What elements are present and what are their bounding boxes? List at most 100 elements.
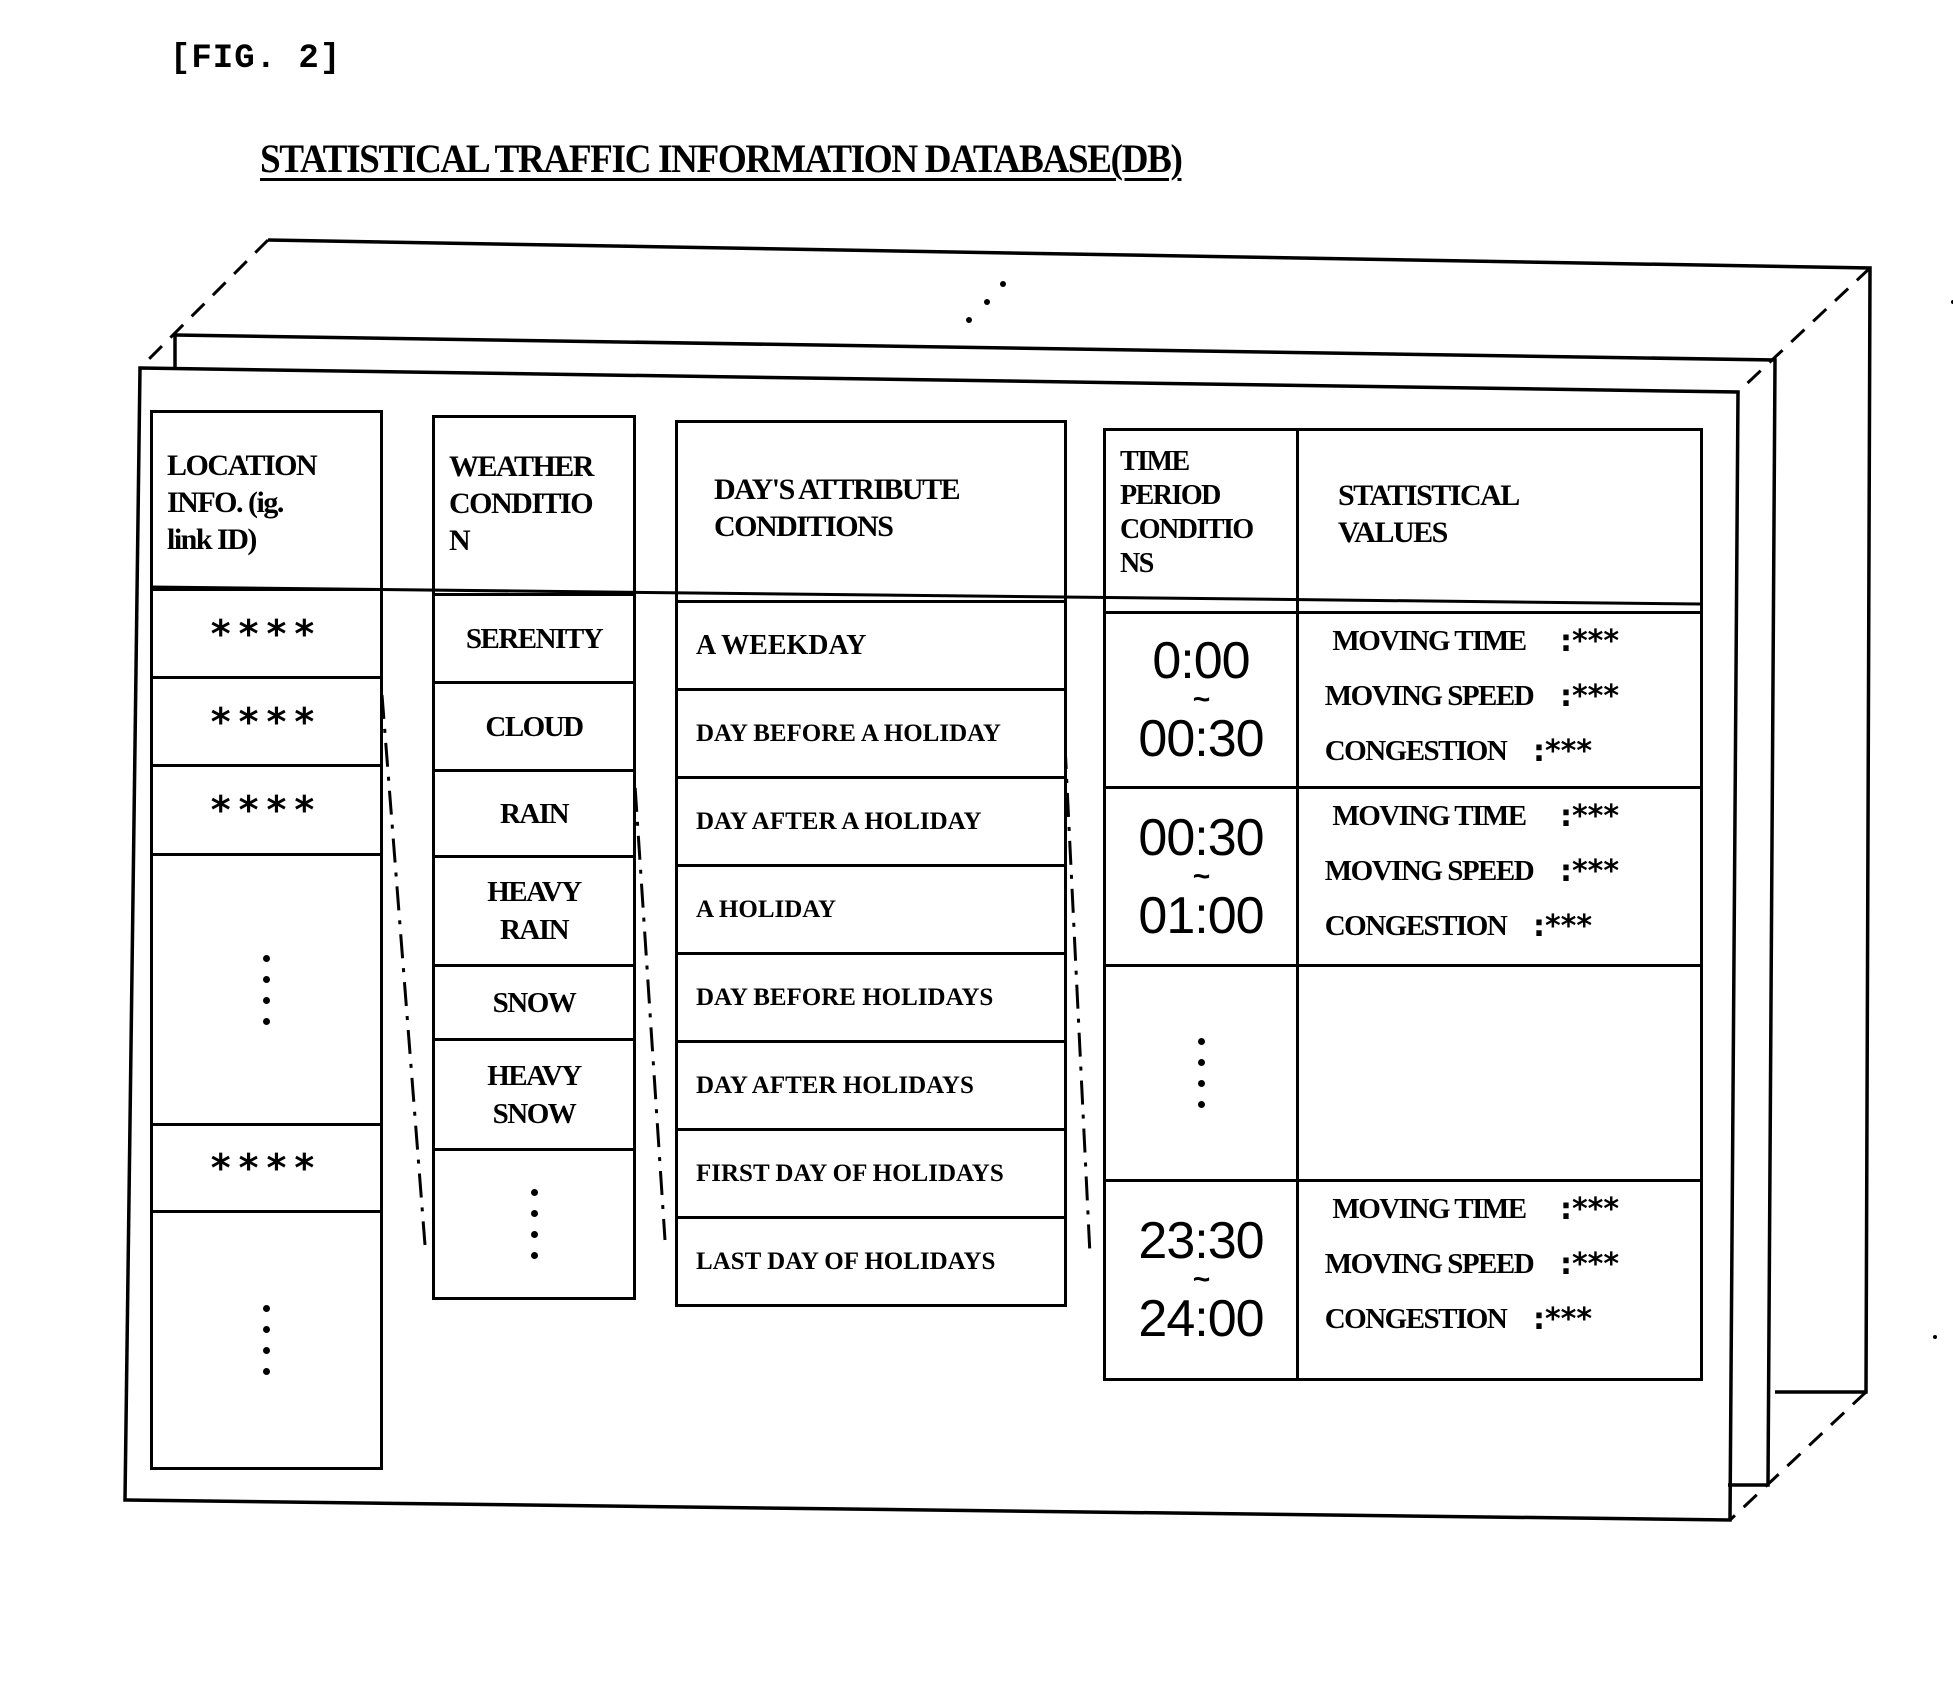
perspective-edge <box>138 238 270 370</box>
weather-row: SNOW <box>435 964 633 1038</box>
header-line: VALUES <box>1338 516 1448 549</box>
time-period-cell: 0:00 ~ 00:30 <box>1106 611 1296 786</box>
link-id-value: **** <box>210 788 323 832</box>
time-end: 00:30 <box>1138 710 1264 768</box>
header-line: LOCATION <box>167 449 318 482</box>
stat-moving-time: MOVING TIME:*** <box>1308 1182 1619 1237</box>
header-line: DAY'S ATTRIBUTE <box>714 473 961 506</box>
time-end: 24:00 <box>1138 1290 1264 1348</box>
day-row: LAST DAY OF HOLIDAYS <box>678 1216 1064 1304</box>
link-id-value: **** <box>210 1146 323 1190</box>
stat-value: :*** <box>1533 909 1593 944</box>
day-label: LAST DAY OF HOLIDAYS <box>696 1247 996 1275</box>
weather-label: SNOW <box>492 1097 577 1130</box>
stats-cell: MOVING TIME:*** MOVING SPEED:*** CONGEST… <box>1296 786 1700 964</box>
stats-cell: MOVING TIME:*** MOVING SPEED :*** CONGEST… <box>1296 1179 1700 1378</box>
stat-label: CONGESTION <box>1324 910 1508 942</box>
day-row: DAY AFTER A HOLIDAY <box>678 776 1064 864</box>
time-period-cell: 00:30 ~ 01:00 <box>1106 786 1296 964</box>
time-period-cell: 23:30 ~ 24:00 <box>1106 1179 1296 1378</box>
link-id-value: **** <box>210 611 323 656</box>
header-line: NS <box>1120 548 1154 579</box>
stat-value: :*** <box>1560 624 1620 659</box>
header-line: PERIOD <box>1120 480 1221 511</box>
header-line: CONDITIONS <box>714 510 894 543</box>
header-line: STATISTICAL <box>1338 479 1520 512</box>
stat-moving-speed: MOVING SPEED :*** <box>1308 1237 1619 1292</box>
header-line: WEATHER <box>449 450 594 483</box>
location-row: **** <box>153 1123 380 1210</box>
day-row: DAY BEFORE HOLIDAYS <box>678 952 1064 1040</box>
day-label: A WEEKDAY <box>696 629 867 661</box>
stat-label: CONGESTION <box>1324 1303 1508 1335</box>
stat-moving-time: MOVING TIME :*** <box>1308 614 1619 669</box>
day-attribute-column: DAY'S ATTRIBUTE CONDITIONS A WEEKDAY DAY… <box>675 420 1067 1307</box>
weather-row: HEAVY SNOW <box>435 1038 633 1148</box>
stat-moving-speed: MOVING SPEED:*** <box>1308 844 1619 899</box>
day-label: DAY BEFORE HOLIDAYS <box>696 983 994 1011</box>
stat-moving-time: MOVING TIME:*** <box>1308 789 1619 844</box>
day-row: DAY AFTER HOLIDAYS <box>678 1040 1064 1128</box>
time-start: 23:30 <box>1138 1212 1264 1270</box>
weather-row: SERENITY <box>435 593 633 681</box>
stat-congestion: CONGESTION:*** <box>1308 1292 1592 1347</box>
time-start: 00:30 <box>1138 808 1264 867</box>
vertical-ellipsis-icon <box>1197 1038 1205 1108</box>
header-line: link ID) <box>167 523 257 556</box>
stats-header: STATISTICAL VALUES <box>1296 431 1700 611</box>
stat-label: MOVING SPEED <box>1324 1248 1535 1280</box>
tilde-separator: ~ <box>1192 683 1211 716</box>
location-row-ellipsis <box>153 1210 380 1467</box>
day-header: DAY'S ATTRIBUTE CONDITIONS <box>678 423 1064 600</box>
day-label: DAY BEFORE A HOLIDAY <box>696 719 1001 747</box>
time-end: 01:00 <box>1138 886 1264 945</box>
link-connector <box>630 739 667 1241</box>
day-label: A HOLIDAY <box>696 895 837 923</box>
stat-moving-speed: MOVING SPEED:*** <box>1308 669 1619 724</box>
weather-row-ellipsis <box>435 1148 633 1297</box>
day-row: FIRST DAY OF HOLIDAYS <box>678 1128 1064 1216</box>
vertical-ellipsis-icon <box>263 954 270 1025</box>
stat-label: CONGESTION <box>1324 735 1508 767</box>
location-row: **** <box>153 588 380 676</box>
stat-value: :*** <box>1533 734 1593 769</box>
weather-row: CLOUD <box>435 681 633 769</box>
day-row: A WEEKDAY <box>678 600 1064 688</box>
stats-cell-empty <box>1296 964 1700 1179</box>
perspective-edge <box>1736 266 1872 394</box>
stat-value: :*** <box>1560 1192 1620 1227</box>
weather-label: SNOW <box>492 986 577 1019</box>
stat-value: :*** <box>1560 1247 1620 1282</box>
day-row: DAY BEFORE A HOLIDAY <box>678 688 1064 776</box>
weather-label: HEAVY <box>487 876 582 908</box>
weather-row: RAIN <box>435 769 633 855</box>
link-id-value: **** <box>210 699 323 744</box>
day-label: DAY AFTER HOLIDAYS <box>696 1071 974 1099</box>
location-row-ellipsis <box>153 853 380 1123</box>
weather-column: WEATHER CONDITIO N SERENITY CLOUD RAIN H… <box>432 415 636 1300</box>
stat-label: MOVING TIME <box>1332 625 1527 657</box>
weather-label: RAIN <box>499 797 570 830</box>
weather-label: CLOUD <box>485 710 584 743</box>
vertical-ellipsis-icon <box>263 1305 270 1375</box>
stats-cell: MOVING TIME :*** MOVING SPEED:*** CONGEST… <box>1296 611 1700 786</box>
location-column: LOCATION INFO. (ig. link ID) **** **** *… <box>150 410 383 1470</box>
weather-label: HEAVY <box>487 1059 582 1092</box>
location-row: **** <box>153 676 380 764</box>
time-stats-table: TIME PERIOD CONDITIO NS STATISTICAL VALU… <box>1103 428 1703 1381</box>
weather-header: WEATHER CONDITIO N <box>435 418 633 595</box>
location-header: LOCATION INFO. (ig. link ID) <box>153 413 380 590</box>
day-row: A HOLIDAY <box>678 864 1064 952</box>
location-row: **** <box>153 764 380 853</box>
weather-label: SERENITY <box>465 622 604 655</box>
weather-label: RAIN <box>499 914 570 946</box>
header-line: N <box>449 524 471 557</box>
stat-label: MOVING TIME <box>1332 800 1527 832</box>
stat-value: :*** <box>1560 854 1620 889</box>
day-label: FIRST DAY OF HOLIDAYS <box>696 1159 1004 1187</box>
weather-row: HEAVY RAIN <box>435 855 633 964</box>
vertical-ellipsis-icon <box>530 1189 538 1259</box>
time-header: TIME PERIOD CONDITIO NS <box>1106 431 1296 611</box>
time-start: 0:00 <box>1152 632 1250 690</box>
link-connector <box>380 694 427 1246</box>
